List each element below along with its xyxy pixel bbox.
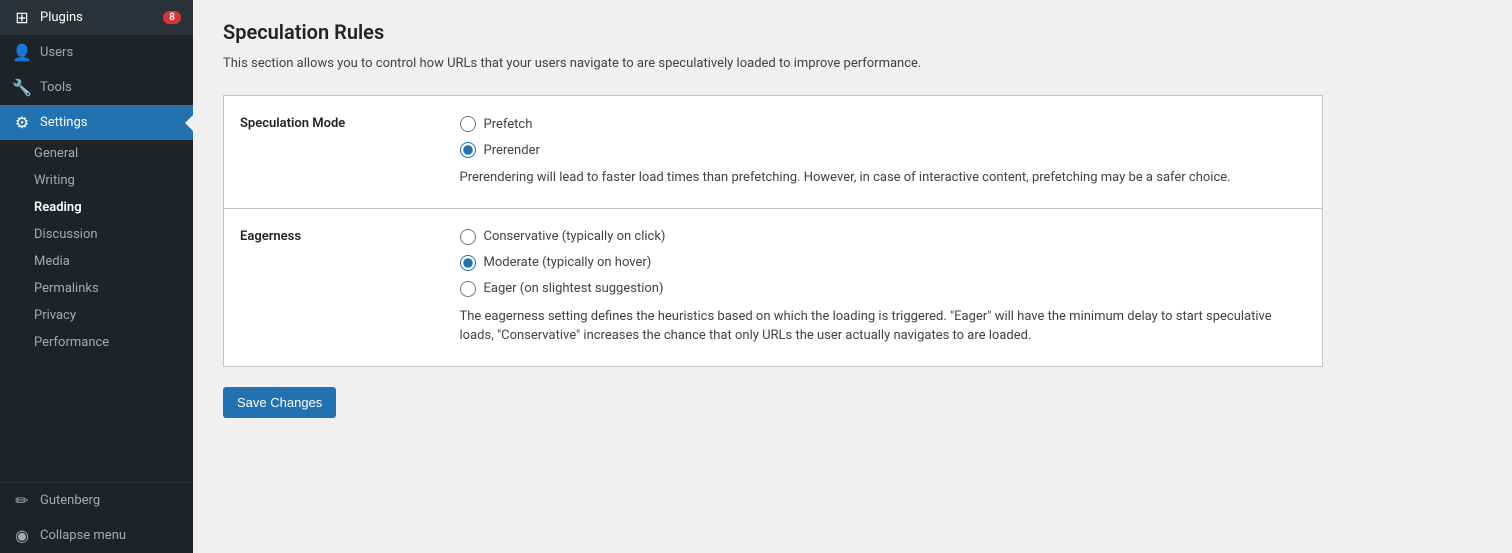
submenu-item-performance[interactable]: Performance: [0, 329, 193, 356]
moderate-radio[interactable]: [460, 255, 476, 271]
prerender-option[interactable]: Prerender: [460, 142, 1307, 158]
speculation-mode-label: Speculation Mode: [224, 96, 444, 209]
settings-table: Speculation Mode Prefetch Prerender Prer…: [223, 95, 1323, 367]
moderate-label: Moderate (typically on hover): [484, 255, 652, 270]
users-icon: 👤: [12, 43, 32, 62]
eagerness-row: Eagerness Conservative (typically on cli…: [224, 208, 1323, 366]
eager-label: Eager (on slightest suggestion): [484, 281, 664, 296]
conservative-label: Conservative (typically on click): [484, 229, 666, 244]
main-content: Speculation Rules This section allows yo…: [193, 0, 1512, 553]
eager-option[interactable]: Eager (on slightest suggestion): [460, 281, 1307, 297]
prefetch-option[interactable]: Prefetch: [460, 116, 1307, 132]
sidebar-item-settings-label: Settings: [40, 115, 181, 130]
plugins-icon: ⊞: [12, 8, 32, 27]
submenu-item-general[interactable]: General: [0, 140, 193, 167]
sidebar-item-users[interactable]: 👤 Users: [0, 35, 193, 70]
submenu-item-reading[interactable]: Reading: [0, 194, 193, 221]
eagerness-description: The eagerness setting defines the heuris…: [460, 307, 1307, 346]
moderate-option[interactable]: Moderate (typically on hover): [460, 255, 1307, 271]
sidebar-item-gutenberg-label: Gutenberg: [40, 493, 181, 508]
active-arrow: [185, 115, 193, 131]
sidebar-item-users-label: Users: [40, 45, 181, 60]
collapse-icon: ◉: [12, 526, 32, 545]
prerender-radio[interactable]: [460, 142, 476, 158]
submenu-item-privacy[interactable]: Privacy: [0, 302, 193, 329]
save-changes-button[interactable]: Save Changes: [223, 387, 336, 418]
speculation-mode-options: Prefetch Prerender Prerendering will lea…: [444, 96, 1323, 209]
eagerness-label: Eagerness: [224, 208, 444, 366]
page-title: Speculation Rules: [223, 20, 1482, 44]
sidebar-item-tools[interactable]: 🔧 Tools: [0, 70, 193, 105]
sidebar-item-tools-label: Tools: [40, 80, 181, 95]
page-description: This section allows you to control how U…: [223, 56, 1123, 71]
sidebar-item-plugins-label: Plugins: [40, 10, 159, 25]
submenu-item-permalinks[interactable]: Permalinks: [0, 275, 193, 302]
eagerness-options: Conservative (typically on click) Modera…: [444, 208, 1323, 366]
submenu-item-discussion[interactable]: Discussion: [0, 221, 193, 248]
conservative-option[interactable]: Conservative (typically on click): [460, 229, 1307, 245]
speculation-mode-radio-group: Prefetch Prerender: [460, 116, 1307, 158]
prerender-label: Prerender: [484, 143, 540, 158]
eager-radio[interactable]: [460, 281, 476, 297]
speculation-mode-description: Prerendering will lead to faster load ti…: [460, 168, 1307, 188]
settings-icon: ⚙: [12, 113, 32, 132]
tools-icon: 🔧: [12, 78, 32, 97]
sidebar-item-plugins[interactable]: ⊞ Plugins 8: [0, 0, 193, 35]
sidebar-item-settings[interactable]: ⚙ Settings: [0, 105, 193, 140]
submenu-item-writing[interactable]: Writing: [0, 167, 193, 194]
gutenberg-icon: ✏: [12, 491, 32, 510]
submenu-item-media[interactable]: Media: [0, 248, 193, 275]
sidebar: ⊞ Plugins 8 👤 Users 🔧 Tools ⚙ Settings G…: [0, 0, 193, 553]
sidebar-item-collapse-label: Collapse menu: [40, 528, 181, 543]
plugins-badge: 8: [163, 11, 181, 24]
sidebar-item-collapse[interactable]: ◉ Collapse menu: [0, 518, 193, 553]
prefetch-label: Prefetch: [484, 117, 533, 132]
eagerness-radio-group: Conservative (typically on click) Modera…: [460, 229, 1307, 297]
prefetch-radio[interactable]: [460, 116, 476, 132]
conservative-radio[interactable]: [460, 229, 476, 245]
sidebar-item-gutenberg[interactable]: ✏ Gutenberg: [0, 483, 193, 518]
speculation-mode-row: Speculation Mode Prefetch Prerender Prer…: [224, 96, 1323, 209]
sidebar-bottom: ✏ Gutenberg ◉ Collapse menu: [0, 482, 193, 553]
